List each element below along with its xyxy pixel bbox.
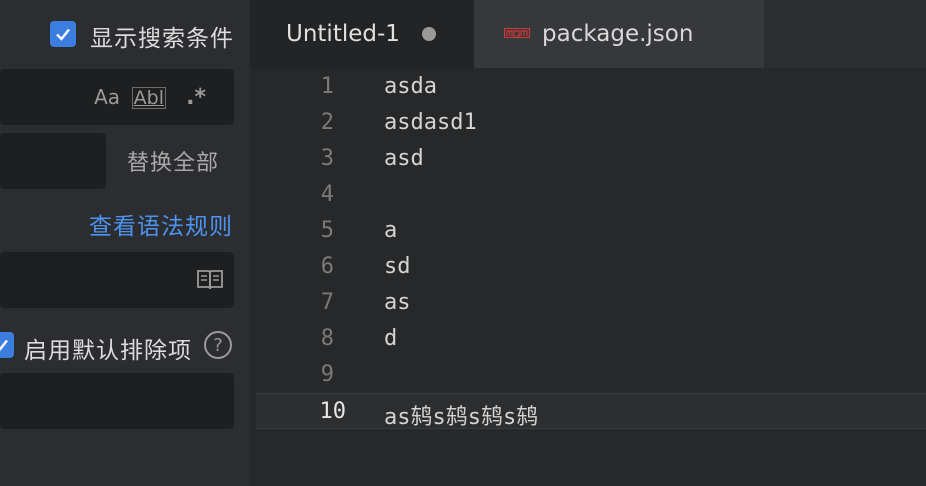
regex-toggle[interactable]: .*: [186, 69, 206, 125]
line-number: 4: [320, 182, 334, 207]
show-conditions-label: 显示搜索条件: [90, 26, 234, 52]
line-text: asd: [384, 146, 424, 171]
line-number: 10: [319, 399, 347, 424]
default-excludes-checkbox[interactable]: [0, 332, 14, 358]
line-number: 1: [320, 74, 334, 99]
code-line[interactable]: 9: [250, 357, 926, 393]
line-text: asdasd1: [384, 110, 477, 135]
line-number: 5: [320, 218, 334, 243]
code-line[interactable]: 8d: [250, 321, 926, 357]
code-line[interactable]: 5a: [250, 213, 926, 249]
code-line[interactable]: 2 asdasd1: [250, 105, 926, 141]
code-line[interactable]: 1 asda: [250, 69, 926, 105]
book-icon[interactable]: [196, 268, 224, 292]
code-line-current[interactable]: 10 as鸫s鸫s鸫s鸫: [256, 393, 926, 430]
line-text: a: [384, 218, 398, 243]
show-conditions-checkbox[interactable]: [50, 21, 76, 47]
code-line[interactable]: 3 asd: [250, 141, 926, 177]
default-excludes-label: 启用默认排除项: [24, 338, 192, 364]
replace-all-button[interactable]: 替换全部: [112, 135, 234, 187]
line-number: 6: [320, 254, 334, 279]
code-line[interactable]: 6 sd: [250, 249, 926, 285]
line-number: 2: [320, 110, 334, 135]
editor-window: 显示搜索条件 Aa Abl .* 替换全部 查看语法规则 启用默认排除项 ? U…: [0, 0, 926, 486]
line-number: 3: [320, 146, 334, 171]
tab-bar: Untitled-1 package.json: [250, 0, 926, 68]
help-icon[interactable]: ?: [204, 331, 232, 359]
check-icon: [56, 28, 70, 41]
line-text: d: [384, 326, 398, 351]
line-text: sd: [384, 254, 411, 279]
replace-input-field[interactable]: [0, 133, 106, 189]
code-line[interactable]: 7 as: [250, 285, 926, 321]
whole-word-toggle[interactable]: Abl: [131, 87, 166, 109]
tab-untitled-1[interactable]: Untitled-1: [250, 0, 474, 68]
npm-icon: [504, 28, 530, 39]
match-case-toggle[interactable]: Aa: [94, 69, 120, 125]
syntax-rules-link[interactable]: 查看语法规则: [89, 207, 233, 241]
line-text: as鸫s鸫s鸫s鸫: [384, 405, 539, 430]
line-text: asda: [384, 74, 437, 99]
tab-package-json[interactable]: package.json: [474, 0, 764, 68]
exclude-files-input[interactable]: [0, 373, 234, 429]
tab-label: package.json: [542, 21, 694, 47]
code-line[interactable]: 4: [250, 177, 926, 213]
search-input-field[interactable]: Aa Abl .*: [0, 69, 234, 125]
line-number: 8: [320, 326, 334, 351]
code-editor[interactable]: 1 asda 2 asdasd1 3 asd 4 5a 6 sd 7 as 8d 9 10…: [250, 68, 926, 486]
replace-input[interactable]: [0, 133, 106, 189]
line-number: 7: [320, 290, 334, 315]
exclude-files-field[interactable]: [0, 373, 234, 429]
check-icon: [0, 339, 8, 352]
line-number: 9: [320, 362, 334, 387]
unsaved-dot-icon[interactable]: [421, 27, 436, 41]
search-panel: 显示搜索条件 Aa Abl .* 替换全部 查看语法规则 启用默认排除项 ?: [0, 0, 250, 486]
tab-label: Untitled-1: [286, 21, 400, 47]
line-text: as: [384, 290, 411, 315]
